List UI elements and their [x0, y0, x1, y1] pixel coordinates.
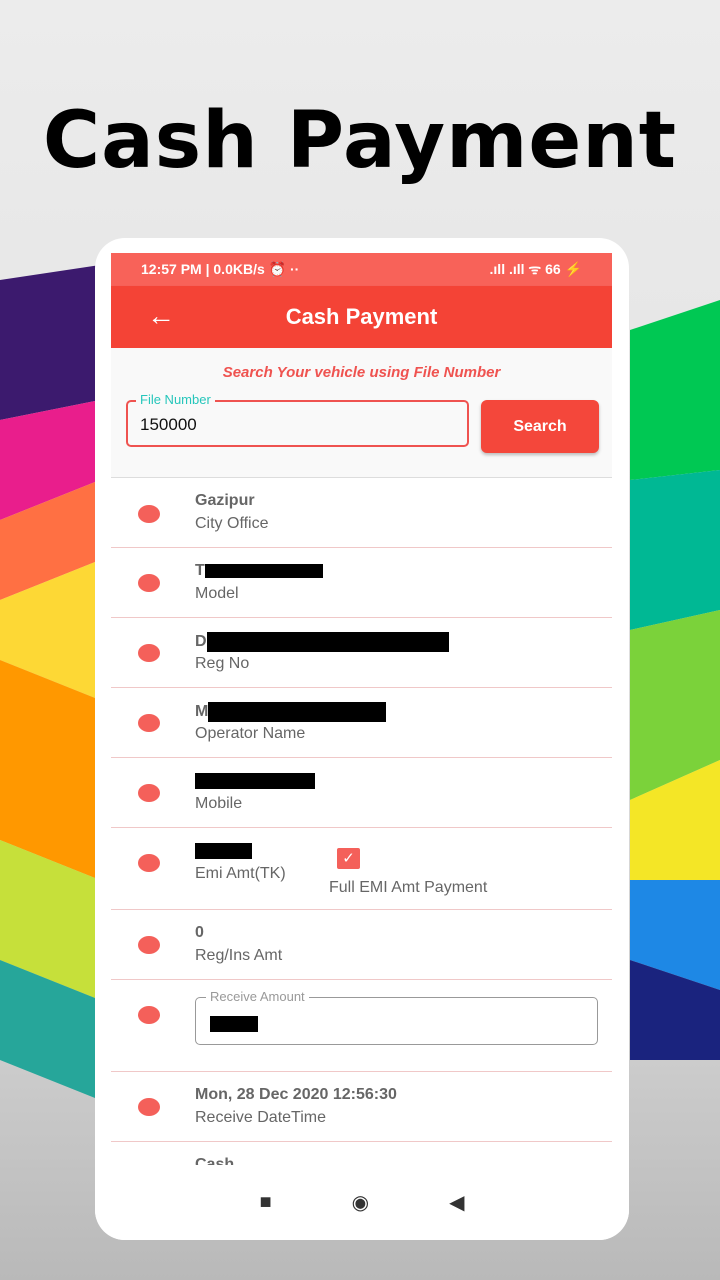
home-icon[interactable]: ◉	[352, 1190, 369, 1215]
full-emi-checkbox[interactable]: ✓	[337, 848, 360, 869]
page-headline: Cash Payment	[42, 96, 678, 186]
redaction-bar	[206, 632, 449, 652]
list-item: M Operator Name	[111, 688, 612, 758]
item-label: Operator Name	[195, 725, 306, 742]
bullet-icon	[138, 854, 160, 872]
item-label: Reg No	[195, 655, 250, 672]
list-item: T Model	[111, 548, 612, 618]
item-value: Cash	[195, 1156, 235, 1165]
back-arrow-icon[interactable]: ←	[147, 300, 175, 332]
list-item: Mobile	[111, 758, 612, 828]
file-number-label: File Number	[136, 392, 215, 407]
item-label: City Office	[195, 515, 269, 532]
item-value: Mon, 28 Dec 2020 12:56:30	[195, 1086, 397, 1103]
app-bar: ← Cash Payment	[111, 286, 612, 348]
item-value: T	[195, 562, 205, 579]
list-item: Mon, 28 Dec 2020 12:56:30 Receive DateTim…	[111, 1072, 612, 1142]
recent-apps-icon[interactable]: ■	[260, 1191, 272, 1214]
redaction-bar	[204, 563, 323, 578]
item-value: M	[195, 703, 209, 721]
search-hint: Search Your vehicle using File Number	[222, 364, 501, 381]
app-title: Cash Payment	[285, 304, 438, 329]
redaction-bar	[195, 842, 252, 859]
phone-frame: 12:57 PM | 0.0KB/s ⏰ ·· .ıll .ıll ᯤ 66 ⚡…	[95, 238, 629, 1240]
bullet-icon	[138, 644, 160, 662]
navigation-bar: ■ ◉ ◀	[95, 1165, 629, 1240]
item-value: D	[195, 633, 207, 651]
item-value: Gazipur	[195, 492, 255, 509]
redaction-bar	[195, 772, 315, 789]
list-item: Gazipur City Office	[111, 478, 612, 548]
item-label: Model	[195, 585, 239, 602]
search-section: Search Your vehicle using File Number Fi…	[111, 348, 612, 478]
bullet-icon	[138, 574, 160, 592]
bullet-icon	[138, 505, 160, 523]
item-label: Emi Amt(TK)	[195, 865, 286, 882]
item-label: Receive DateTime	[195, 1109, 327, 1126]
status-bar: 12:57 PM | 0.0KB/s ⏰ ·· .ıll .ıll ᯤ 66 ⚡	[111, 253, 612, 286]
status-left: 12:57 PM | 0.0KB/s ⏰ ··	[141, 261, 300, 277]
back-icon[interactable]: ◀	[449, 1190, 464, 1215]
list-item: Cash	[111, 1142, 612, 1165]
receive-amount-label: Receive Amount	[206, 989, 309, 1004]
bullet-icon	[138, 1098, 160, 1116]
item-label: Mobile	[195, 795, 243, 812]
file-number-input[interactable]: File Number 150000	[126, 392, 469, 447]
bullet-icon	[138, 1006, 160, 1024]
list-item: Emi Amt(TK) ✓ Full EMI Amt Payment	[111, 828, 612, 910]
bullet-icon	[138, 784, 160, 802]
list-item: Receive Amount	[111, 980, 612, 1072]
receive-amount-input[interactable]: Receive Amount	[195, 989, 598, 1045]
app-screen: 12:57 PM | 0.0KB/s ⏰ ·· .ıll .ıll ᯤ 66 ⚡…	[111, 253, 612, 1165]
bullet-icon	[138, 714, 160, 732]
item-value: 0	[195, 924, 204, 941]
status-right: .ıll .ıll ᯤ 66 ⚡	[489, 261, 582, 277]
item-label: Reg/Ins Amt	[195, 947, 283, 964]
list-item: D Reg No	[111, 618, 612, 688]
redaction-bar	[208, 702, 387, 722]
redaction-bar	[210, 1016, 258, 1032]
search-button[interactable]: Search	[481, 400, 599, 453]
file-number-value: 150000	[140, 415, 197, 434]
list-item: 0 Reg/Ins Amt	[111, 910, 612, 980]
bullet-icon	[138, 936, 160, 954]
checkbox-label: Full EMI Amt Payment	[329, 879, 488, 896]
